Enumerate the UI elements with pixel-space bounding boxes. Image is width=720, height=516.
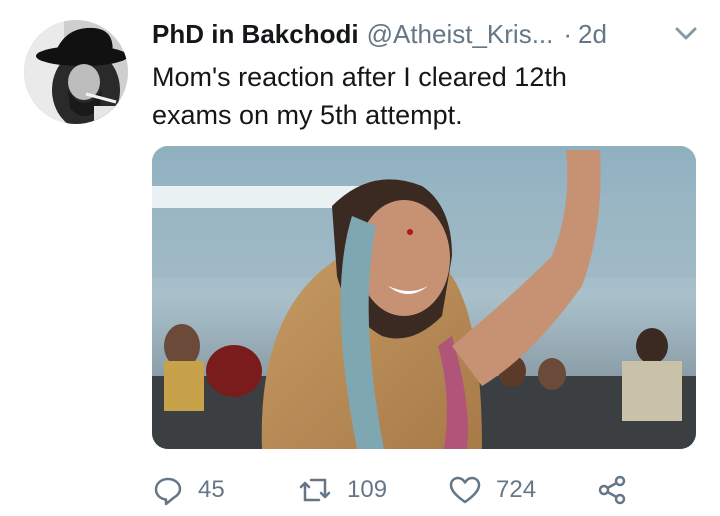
avatar[interactable] bbox=[24, 20, 128, 124]
retweet-button[interactable]: 109 bbox=[297, 470, 387, 510]
tweet-actions: 45 109 724 bbox=[152, 470, 712, 510]
retweet-count: 109 bbox=[347, 476, 388, 503]
tweet-text: Mom's reaction after I cleared 12th exam… bbox=[152, 58, 672, 134]
chevron-down-icon[interactable] bbox=[674, 26, 698, 42]
share-icon bbox=[598, 475, 626, 505]
tweet-text-line: Mom's reaction after I cleared 12th bbox=[152, 62, 567, 92]
reply-button[interactable]: 45 bbox=[152, 470, 225, 510]
tweet-header: PhD in Bakchodi @Atheist_Kris... · 2d bbox=[152, 16, 712, 52]
reply-count: 45 bbox=[198, 476, 225, 503]
share-button[interactable] bbox=[596, 470, 642, 510]
avatar-image bbox=[24, 20, 128, 124]
user-handle[interactable]: @Atheist_Kris... bbox=[367, 19, 554, 50]
media-image bbox=[152, 146, 696, 449]
timestamp[interactable]: 2d bbox=[578, 19, 607, 50]
display-name[interactable]: PhD in Bakchodi bbox=[152, 19, 359, 50]
like-button[interactable]: 724 bbox=[448, 470, 536, 510]
retweet-icon bbox=[299, 478, 331, 502]
tweet-media[interactable] bbox=[152, 146, 696, 449]
like-count: 724 bbox=[496, 476, 537, 503]
separator-dot: · bbox=[563, 18, 573, 49]
tweet-text-line: exams on my 5th attempt. bbox=[152, 100, 463, 130]
reply-icon bbox=[154, 477, 182, 506]
heart-icon bbox=[449, 476, 481, 504]
